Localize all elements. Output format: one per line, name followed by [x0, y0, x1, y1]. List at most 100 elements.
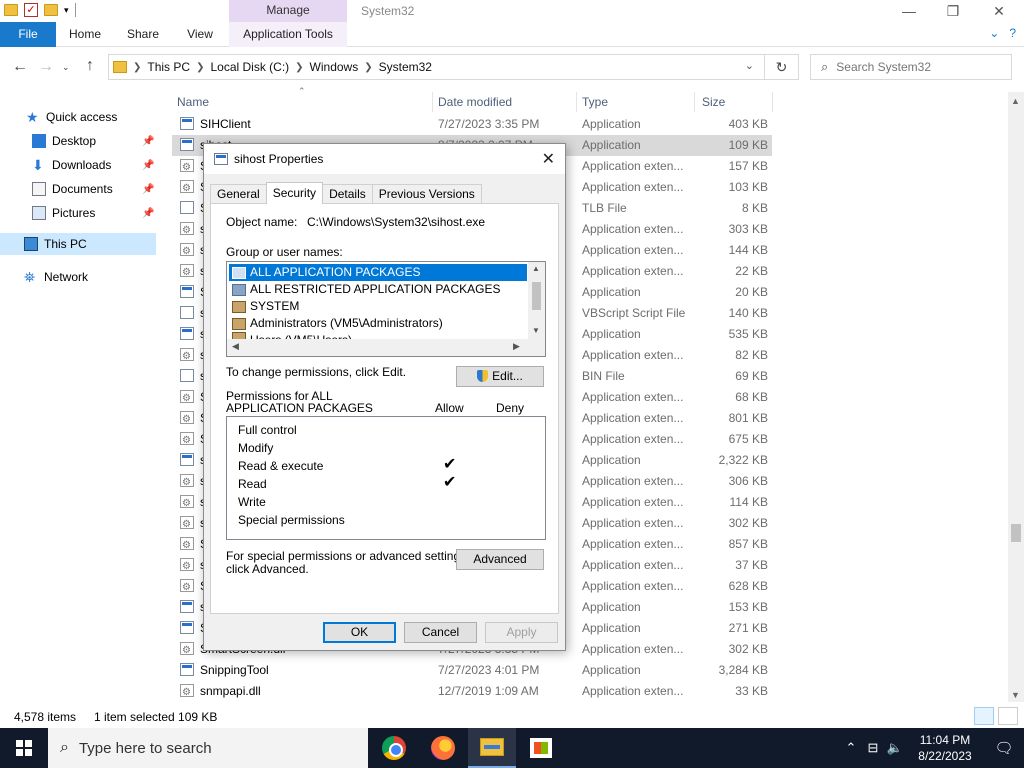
column-divider[interactable] [432, 92, 433, 112]
column-header-name[interactable]: Name [177, 92, 209, 112]
scrollbar-thumb[interactable] [532, 282, 541, 310]
network-status-icon[interactable]: ⊟ [862, 740, 884, 756]
list-item[interactable]: ALL APPLICATION PACKAGES [229, 264, 527, 281]
sidebar-item-network[interactable]: ⛯ Network [24, 266, 88, 288]
column-divider[interactable] [694, 92, 695, 112]
dialog-close-button[interactable]: ✕ [542, 149, 555, 169]
dll-file-icon [180, 493, 194, 513]
table-row[interactable]: snmpapi.dll 12/7/2019 1:09 AM Application … [172, 681, 772, 702]
tab-details[interactable]: Details [322, 184, 373, 204]
pin-icon[interactable]: 📌 [142, 136, 154, 147]
tab-general[interactable]: General [210, 184, 267, 204]
refresh-button[interactable]: ↻ [764, 55, 798, 79]
windows-logo-icon [16, 740, 32, 756]
scroll-down-icon[interactable]: ▼ [532, 326, 540, 335]
scroll-up-icon[interactable]: ▲ [532, 264, 540, 273]
apply-button[interactable]: Apply [485, 622, 558, 643]
ribbon: File Home Share View Application Tools ⌄… [0, 22, 1024, 47]
details-view-icon[interactable] [974, 707, 994, 725]
expand-ribbon-icon[interactable]: ⌄ [989, 26, 999, 40]
group-user-list[interactable]: ALL APPLICATION PACKAGES ALL RESTRICTED … [226, 261, 546, 357]
manage-context-tab[interactable]: Manage [229, 0, 347, 22]
breadcrumb-system32[interactable]: System32 [379, 60, 432, 74]
tab-share[interactable]: Share [120, 22, 166, 47]
back-arrow-icon[interactable]: ← [12, 58, 28, 76]
maximize-button[interactable]: ❐ [930, 0, 976, 22]
column-header-date[interactable]: Date modified [438, 92, 512, 112]
column-divider[interactable] [576, 92, 577, 112]
scrollbar-thumb[interactable] [1011, 524, 1021, 542]
tab-application-tools[interactable]: Application Tools [229, 22, 347, 47]
properties-check-icon[interactable]: ✓ [24, 3, 38, 17]
chevron-down-icon[interactable]: ⌄ [745, 59, 754, 72]
start-button[interactable] [0, 728, 48, 768]
scroll-left-icon[interactable]: ◀ [232, 341, 239, 352]
up-arrow-icon[interactable]: ↑ [86, 57, 94, 75]
sidebar-item-this-pc[interactable]: This PC [0, 233, 156, 255]
sidebar-item-downloads[interactable]: ⬇ Downloads [32, 154, 111, 176]
scroll-down-icon[interactable]: ▼ [1011, 690, 1020, 700]
table-row[interactable]: SnippingTool 7/27/2023 4:01 PM Application… [172, 660, 772, 681]
address-bar[interactable]: ❯ This PC ❯ Local Disk (C:) ❯ Windows ❯ … [108, 54, 799, 80]
taskbar-firefox[interactable] [419, 728, 467, 768]
cancel-button[interactable]: Cancel [404, 622, 477, 643]
taskbar-store[interactable] [517, 728, 565, 768]
tab-previous-versions[interactable]: Previous Versions [371, 184, 482, 204]
advanced-button[interactable]: Advanced [456, 549, 544, 570]
chevron-right-icon[interactable]: ❯ [295, 62, 303, 73]
notification-icon[interactable]: 🗨 [984, 739, 1024, 757]
forward-arrow-icon[interactable]: → [38, 58, 54, 76]
sidebar-item-desktop[interactable]: Desktop [32, 130, 96, 152]
file-list-scrollbar[interactable]: ▲ ▼ [1008, 92, 1024, 702]
chevron-right-icon[interactable]: ❯ [364, 62, 372, 73]
recent-locations-icon[interactable]: ⌄ [62, 62, 70, 73]
new-folder-icon[interactable] [44, 4, 58, 16]
taskbar-file-explorer[interactable] [468, 728, 516, 768]
tab-security[interactable]: Security [265, 182, 324, 204]
breadcrumb-windows[interactable]: Windows [310, 60, 359, 74]
clock[interactable]: 11:04 PM 8/22/2023 [906, 732, 984, 764]
sidebar-item-documents[interactable]: Documents [32, 178, 113, 200]
volume-icon[interactable]: 🔈 [884, 740, 906, 756]
close-button[interactable]: ✕ [976, 0, 1022, 22]
tab-home[interactable]: Home [60, 22, 110, 47]
sidebar-item-pictures[interactable]: Pictures [32, 202, 95, 224]
file-size: 8 KB [741, 201, 768, 215]
file-file-icon [180, 369, 194, 382]
file-type: Application [582, 117, 641, 131]
customize-toolbar-icon[interactable]: ▾ [64, 5, 69, 16]
scroll-right-icon[interactable]: ▶ [513, 341, 520, 352]
breadcrumb-local-disk[interactable]: Local Disk (C:) [210, 60, 289, 74]
tab-file[interactable]: File [0, 22, 56, 47]
tab-view[interactable]: View [178, 22, 222, 47]
list-vertical-scrollbar[interactable]: ▲ ▼ [528, 262, 545, 340]
column-divider[interactable] [772, 92, 773, 112]
minimize-button[interactable]: — [886, 0, 932, 22]
ok-button[interactable]: OK [323, 622, 396, 643]
large-icons-view-icon[interactable] [998, 707, 1018, 725]
taskbar-chrome[interactable] [370, 728, 418, 768]
breadcrumb-this-pc[interactable]: This PC [147, 60, 190, 74]
list-item[interactable]: Administrators (VM5\Administrators) [229, 315, 527, 332]
help-icon[interactable]: ? [1009, 26, 1016, 40]
list-item[interactable]: SYSTEM [229, 298, 527, 315]
chevron-up-icon[interactable]: ⌃ [840, 740, 862, 756]
search-input[interactable] [836, 60, 997, 74]
search-box[interactable]: ⌕ [810, 54, 1012, 80]
list-horizontal-scrollbar[interactable]: ◀ ▶ [227, 339, 545, 356]
column-header-type[interactable]: Type [582, 92, 608, 112]
table-row[interactable]: SIHClient 7/27/2023 3:35 PM Application 403… [172, 114, 772, 135]
edit-button[interactable]: Edit... [456, 366, 544, 387]
file-type: Application exten... [582, 516, 684, 530]
column-header-size[interactable]: Size [702, 92, 725, 112]
object-name-value[interactable]: C:\Windows\System32\sihost.exe [307, 215, 485, 229]
sidebar-item-quick-access[interactable]: ★ Quick access [26, 106, 117, 128]
chevron-right-icon[interactable]: ❯ [196, 62, 204, 73]
taskbar-search[interactable]: ⌕ Type here to search [48, 728, 368, 768]
pin-icon[interactable]: 📌 [142, 208, 154, 219]
list-item[interactable]: ALL RESTRICTED APPLICATION PACKAGES [229, 281, 527, 298]
scroll-up-icon[interactable]: ▲ [1011, 96, 1020, 106]
pin-icon[interactable]: 📌 [142, 160, 154, 171]
chevron-right-icon[interactable]: ❯ [133, 62, 141, 73]
pin-icon[interactable]: 📌 [142, 184, 154, 195]
